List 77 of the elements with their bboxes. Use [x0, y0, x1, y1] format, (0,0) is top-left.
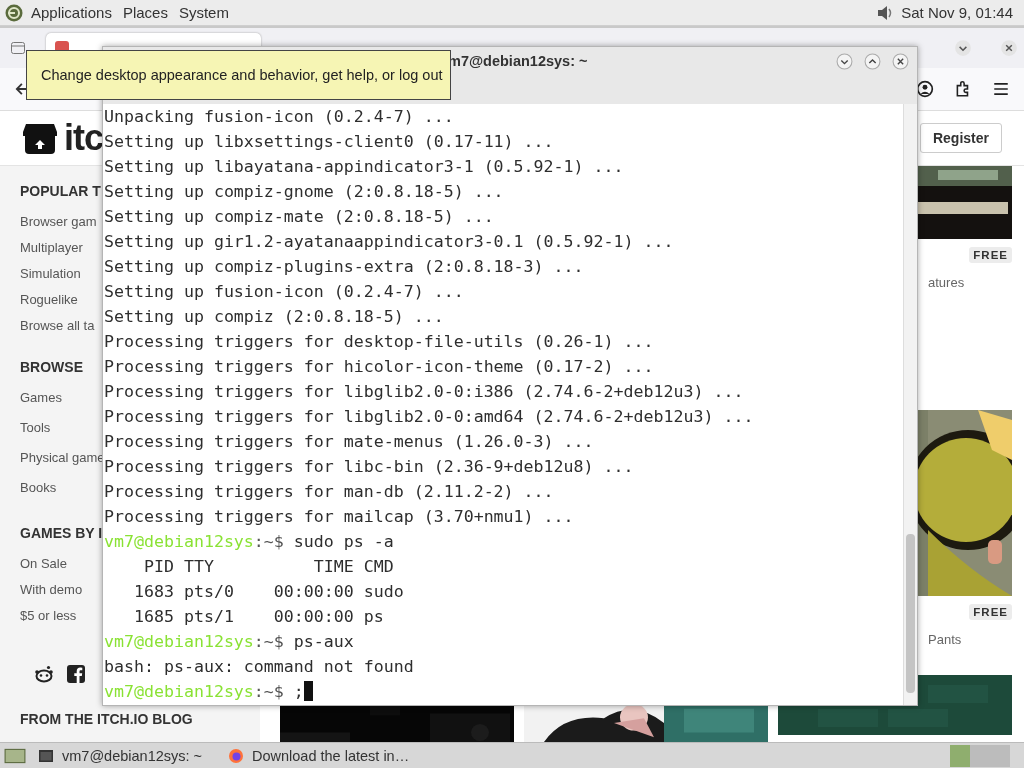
sidebar-icon[interactable] [10, 40, 26, 56]
terminal-output: Setting up compiz-plugins-extra (2:0.8.18-3) ... [104, 257, 584, 276]
minimize-icon[interactable] [954, 39, 972, 57]
sidebar-heading: POPULAR T [20, 183, 101, 199]
price-badge: FREE [969, 604, 1012, 620]
close-icon[interactable] [1000, 39, 1018, 57]
taskbar-button[interactable]: vm7@debian12sys: ~ [38, 744, 228, 767]
sidebar-link[interactable]: Browser gam [20, 214, 97, 230]
terminal-output: Processing triggers for libglib2.0-0:i386 (2.74.6-2+deb12u3) ... [104, 382, 744, 401]
command-text: sudo ps -a [293, 532, 394, 551]
command-text: ps-aux [293, 632, 354, 651]
terminal-output: Setting up libxsettings-client0 (0.17-11) ... [104, 132, 554, 151]
terminal-output: Setting up gir1.2-ayatanaappindicator3-0.1 (0.5.92-1) ... [104, 232, 674, 251]
panel-menu[interactable]: Places [122, 4, 168, 21]
panel-menu[interactable]: Applications [31, 4, 112, 21]
terminal-output: Processing triggers for libc-bin (2.36-9+deb12u8) ... [104, 457, 634, 476]
swirl-logo-icon[interactable] [4, 2, 24, 23]
facebook-icon[interactable] [66, 664, 86, 685]
register-button[interactable]: Register [919, 123, 1002, 153]
maximize-icon[interactable] [864, 52, 881, 70]
terminal-output: Setting up fusion-icon (0.2.4-7) ... [104, 282, 464, 301]
terminal-output: 1685 pts/1 00:00:00 ps [132, 607, 384, 626]
sidebar-heading: BROWSE [20, 359, 83, 376]
sidebar-link[interactable]: Roguelike [20, 292, 78, 308]
terminal-output: Processing triggers for man-db (2.11.2-2) ... [104, 482, 554, 501]
sidebar-link[interactable]: Browse all ta [20, 318, 95, 334]
window-title: m7@debian12sys: ~ [448, 53, 588, 69]
prompt-host: vm7@debian12sys [104, 532, 254, 551]
workspace-switcher[interactable] [950, 744, 1010, 767]
terminal-output: Processing triggers for libglib2.0-0:amd64 (2.74.6-2+deb12u3) ... [104, 407, 754, 426]
sidebar-heading: GAMES BY I [20, 525, 103, 542]
game-caption[interactable]: atures [928, 275, 965, 290]
reddit-icon[interactable] [34, 664, 54, 685]
account-icon[interactable] [916, 80, 934, 98]
sidebar-heading: FROM THE ITCH.IO BLOG [20, 711, 193, 728]
terminal-output: Setting up libayatana-appindicator3-1 (0.5.92-1) ... [104, 157, 624, 176]
terminal-output: Unpacking fusion-icon (0.2.4-7) ... [104, 107, 454, 126]
site-logo-text[interactable]: itc [64, 117, 103, 159]
terminal-output: Setting up compiz (2:0.8.18-5) ... [104, 307, 444, 326]
prompt-symbol: :~$ [253, 682, 285, 701]
sidebar-link[interactable]: Physical game [20, 450, 105, 466]
price-badge: FREE [969, 247, 1012, 263]
scrollbar-thumb[interactable] [906, 534, 915, 693]
sidebar-link[interactable]: Multiplayer [20, 240, 83, 256]
fox-globe-icon [228, 747, 244, 764]
menu-icon[interactable] [992, 80, 1010, 98]
terminal-output: 1683 pts/0 00:00:00 sudo [132, 582, 404, 601]
prompt-symbol: :~$ [253, 632, 285, 651]
close-icon[interactable] [892, 52, 909, 70]
terminal-output: Processing triggers for hicolor-icon-theme (0.17-2) ... [104, 357, 654, 376]
sidebar-link[interactable]: Tools [20, 420, 51, 436]
sidebar-link[interactable]: With demo [20, 582, 83, 598]
terminal-output: bash: ps-aux: command not found [104, 657, 414, 676]
sidebar-link[interactable]: Books [20, 480, 57, 496]
terminal-icon [38, 747, 54, 764]
sidebar-link[interactable]: On Sale [20, 556, 67, 572]
terminal-output: Processing triggers for mate-menus (1.26.0-3) ... [104, 432, 594, 451]
terminal-output: Setting up compiz-gnome (2:0.8.18-5) ... [104, 182, 504, 201]
scrollbar[interactable] [903, 104, 917, 705]
terminal-output: Setting up compiz-mate (2:0.8.18-5) ... [104, 207, 494, 226]
clock[interactable]: Sat Nov 9, 01:44 [901, 4, 1013, 21]
game-caption[interactable]: Pants [928, 632, 962, 647]
minimize-icon[interactable] [836, 52, 853, 70]
show-desktop-icon[interactable] [4, 746, 26, 765]
terminal-output: PID TTY TIME CMD [142, 557, 394, 576]
sidebar-link[interactable]: Games [20, 390, 62, 406]
sidebar-link[interactable]: $5 or less [20, 608, 77, 624]
tooltip: Change desktop appearance and behavior, get help, or log out [26, 50, 451, 100]
command-text: ; [293, 682, 304, 701]
terminal-output: Processing triggers for desktop-file-utils (0.26-1) ... [104, 332, 654, 351]
terminal-output: Processing triggers for mailcap (3.70+nmu1) ... [104, 507, 574, 526]
prompt-symbol: :~$ [253, 532, 285, 551]
panel-menu[interactable]: System [178, 4, 229, 21]
prompt-host: vm7@debian12sys [104, 682, 254, 701]
taskbar-button[interactable]: Download the latest in… [228, 744, 418, 767]
sidebar-link[interactable]: Simulation [20, 266, 81, 282]
prompt-host: vm7@debian12sys [104, 632, 254, 651]
